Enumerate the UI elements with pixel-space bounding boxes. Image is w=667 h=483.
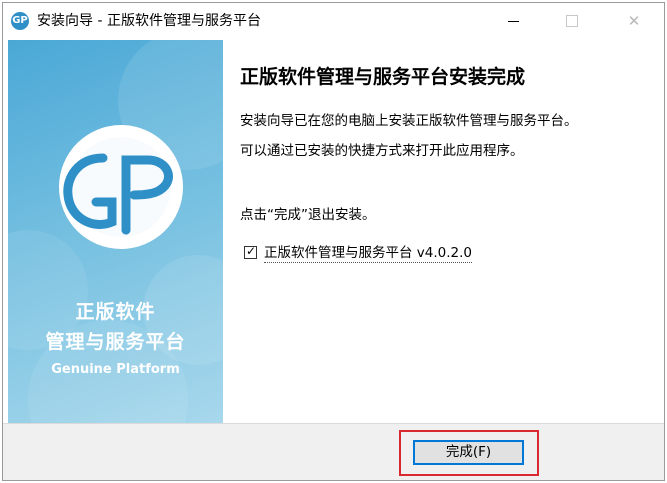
app-logo-icon: GP <box>11 12 29 30</box>
minimize-icon <box>508 21 519 22</box>
checkmark-icon: ✓ <box>246 244 257 258</box>
button-bar: 完成(F) <box>3 423 664 480</box>
installer-window: GP 安装向导 - 正版软件管理与服务平台 ✕ 正版软件 管理与服务平台 Gen… <box>2 2 665 481</box>
close-button[interactable]: ✕ <box>611 3 657 39</box>
maximize-icon <box>566 15 578 27</box>
completion-panel: 正版软件管理与服务平台安装完成 安装向导已在您的电脑上安装正版软件管理与服务平台… <box>223 40 664 423</box>
shortcut-message: 可以通过已安装的快捷方式来打开此应用程序。 <box>240 143 524 159</box>
brand-name-line1: 正版软件 <box>75 301 156 323</box>
minimize-button[interactable] <box>491 3 537 39</box>
title-bar[interactable]: GP 安装向导 - 正版软件管理与服务平台 ✕ <box>3 3 664 39</box>
install-message: 安装向导已在您的电脑上安装正版软件管理与服务平台。 <box>240 113 578 129</box>
launch-app-label[interactable]: 正版软件管理与服务平台 v4.0.2.0 <box>264 244 473 263</box>
window-title: 安装向导 - 正版软件管理与服务平台 <box>37 13 261 29</box>
close-icon: ✕ <box>627 12 641 30</box>
brand-name-english: Genuine Platform <box>51 362 180 377</box>
launch-app-checkbox[interactable]: ✓ <box>244 244 257 259</box>
gp-logo-icon <box>59 125 183 249</box>
sidebar-banner: 正版软件 管理与服务平台 Genuine Platform <box>8 40 223 423</box>
page-title: 正版软件管理与服务平台安装完成 <box>240 66 526 88</box>
finish-button[interactable]: 完成(F) <box>413 440 524 465</box>
brand-name-line2: 管理与服务平台 <box>45 331 186 353</box>
maximize-button[interactable] <box>549 3 595 39</box>
exit-instruction: 点击“完成”退出安装。 <box>240 207 376 223</box>
